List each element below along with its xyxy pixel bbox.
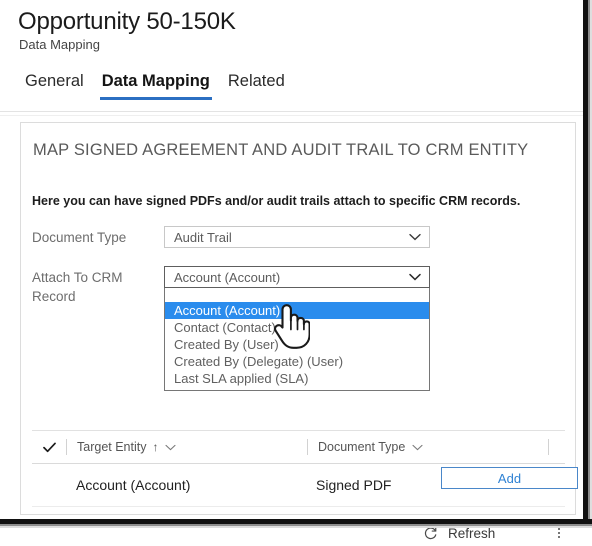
column-header-target-entity-label: Target Entity [77,440,147,454]
dropdown-blank-option[interactable] [165,288,429,302]
panel-description: Here you can have signed PDFs and/or aud… [32,194,521,208]
window-frame-bottom [0,519,592,528]
overflow-dots-icon[interactable] [551,528,567,538]
section-heading: MAP SIGNED AGREEMENT AND AUDIT TRAIL TO … [33,141,529,159]
window-frame-right [583,0,592,528]
chevron-down-icon [405,233,429,241]
data-mapping-panel: MAP SIGNED AGREEMENT AND AUDIT TRAIL TO … [20,122,578,541]
column-header-document-type-label: Document Type [318,440,406,454]
sort-ascending-icon: ↑ [152,440,159,454]
cell-target-entity: Account (Account) [76,477,191,493]
page-header: Opportunity 50-150K Data Mapping General… [0,0,583,112]
page-title: Opportunity 50-150K [18,8,236,35]
column-header-document-type[interactable]: Document Type [308,440,548,454]
document-type-value: Audit Trail [174,229,232,245]
app-screen: Opportunity 50-150K Data Mapping General… [0,0,592,541]
dropdown-option-contact[interactable]: Contact (Contact) [165,319,429,336]
chevron-down-icon[interactable] [412,444,423,451]
column-header-target-entity[interactable]: Target Entity ↑ [67,440,307,454]
header-divider [0,111,583,112]
dropdown-option-created-by-delegate-user[interactable]: Created By (Delegate) (User) [165,353,429,370]
grid-header-row: Target Entity ↑ Document Type [32,431,565,464]
tab-bar: General Data Mapping Related [16,72,294,100]
add-button[interactable]: Add [441,467,578,489]
dropdown-option-account[interactable]: Account (Account) [165,302,429,319]
tab-related[interactable]: Related [219,72,294,100]
document-type-select[interactable]: Audit Trail [164,226,430,248]
page-subtitle: Data Mapping [19,37,100,52]
label-attach-to-crm-record: Attach To CRM Record [32,270,123,304]
chevron-down-icon[interactable] [165,444,177,451]
tab-general[interactable]: General [16,72,93,100]
attach-to-crm-record-dropdown[interactable]: Account (Account) Contact (Contact) Crea… [164,288,430,391]
attach-to-crm-record-select[interactable]: Account (Account) [164,266,430,288]
tab-data-mapping[interactable]: Data Mapping [93,72,219,100]
dropdown-option-created-by-user[interactable]: Created By (User) [165,336,429,353]
attach-to-crm-record-value: Account (Account) [174,269,281,285]
checkmark-icon[interactable] [32,442,66,453]
label-document-type: Document Type [32,230,127,245]
chevron-down-icon [405,273,429,281]
column-separator [548,439,549,455]
dropdown-option-last-sla-applied[interactable]: Last SLA applied (SLA) [165,370,429,387]
header-divider-secondary [0,115,583,116]
